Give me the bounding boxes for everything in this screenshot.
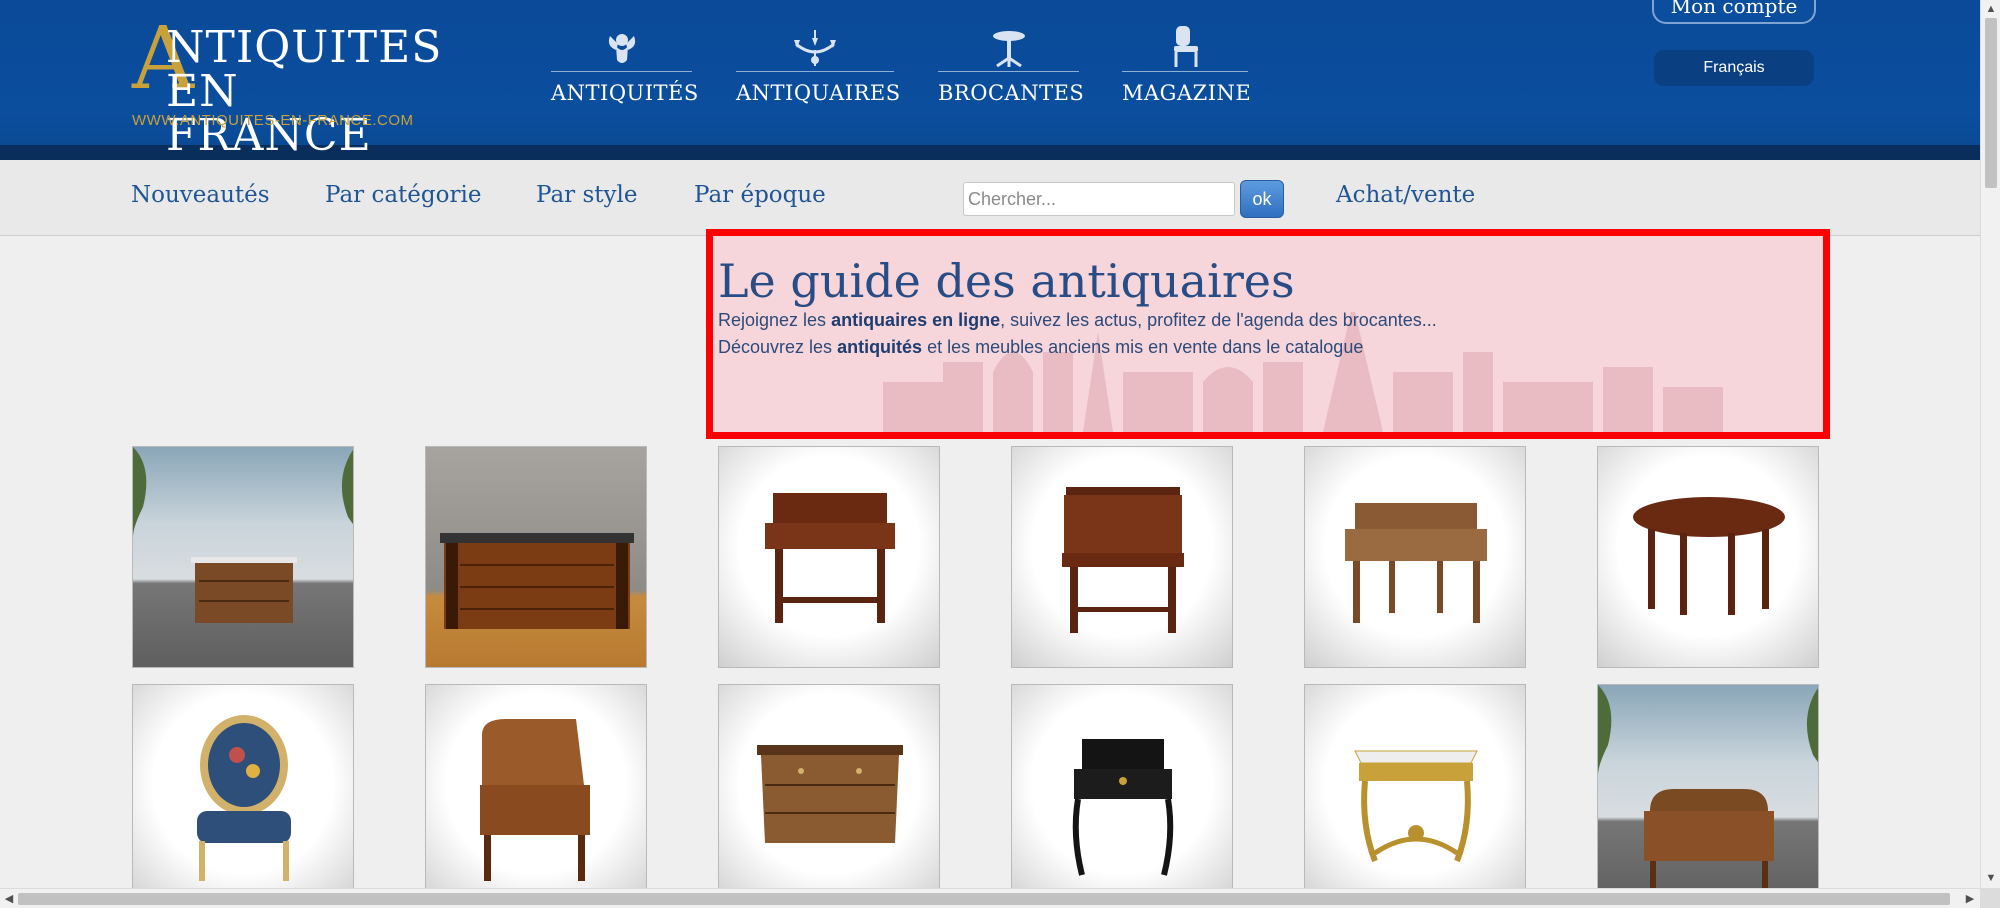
writing-desk-image bbox=[765, 493, 895, 623]
link-antiquites[interactable]: antiquités bbox=[837, 337, 922, 357]
product-tile[interactable] bbox=[425, 446, 647, 668]
vertical-scrollbar[interactable]: ▲ ▼ bbox=[1980, 0, 2000, 888]
nav-antiquites[interactable]: ANTIQUITÉS bbox=[551, 24, 699, 114]
search-input[interactable] bbox=[963, 182, 1235, 216]
scrollbar-corner bbox=[1980, 888, 2000, 908]
nav-brocantes-label: BROCANTES bbox=[938, 81, 1085, 105]
language-selector[interactable]: Français bbox=[1654, 50, 1814, 86]
scroll-up-icon[interactable]: ▲ bbox=[1983, 1, 1999, 17]
round-table-image bbox=[1633, 497, 1785, 615]
subnav-nouveautes[interactable]: Nouveautés bbox=[131, 182, 270, 208]
product-tile[interactable] bbox=[718, 684, 940, 906]
secondary-nav: Nouveautés Par catégorie Par style Par é… bbox=[0, 160, 1980, 236]
product-tile[interactable] bbox=[718, 446, 940, 668]
upholstered-armchair-image bbox=[197, 715, 291, 881]
subnav-par-categorie[interactable]: Par catégorie bbox=[325, 182, 481, 208]
empire-commode-image bbox=[440, 533, 634, 629]
marquetry-commode-image bbox=[757, 745, 903, 843]
nav-brocantes[interactable]: BROCANTES bbox=[938, 24, 1085, 114]
logo-line-1: NTIQUITES bbox=[166, 22, 443, 73]
cherub-icon bbox=[608, 34, 635, 63]
nav-antiquaires-label: ANTIQUAIRES bbox=[736, 81, 901, 105]
gilt-console-image bbox=[1354, 750, 1478, 863]
chair-icon bbox=[1174, 26, 1198, 67]
product-tile[interactable] bbox=[1597, 446, 1819, 668]
product-tile[interactable] bbox=[1304, 446, 1526, 668]
site-logo[interactable]: A NTIQUITES EN FRANCE WWW.ANTIQUITES-EN-… bbox=[130, 16, 450, 158]
chandelier-icon bbox=[794, 30, 836, 66]
product-tile[interactable] bbox=[1304, 684, 1526, 906]
subnav-achat-vente[interactable]: Achat/vente bbox=[1336, 182, 1475, 208]
cylinder-bureau-image bbox=[1598, 685, 1818, 901]
guide-text-line-2: Découvrez les antiquités et les meubles … bbox=[718, 337, 1364, 357]
scroll-right-icon[interactable]: ▶ bbox=[1962, 891, 1978, 907]
guide-text-line-1: Rejoignez les antiquaires en ligne, suiv… bbox=[718, 310, 1437, 330]
scroll-left-icon[interactable]: ◀ bbox=[1, 891, 17, 907]
product-tile[interactable] bbox=[1011, 684, 1233, 906]
nav-antiquaires[interactable]: ANTIQUAIRES bbox=[736, 24, 901, 114]
bureau-plat-image bbox=[1345, 503, 1487, 623]
scroll-down-icon[interactable]: ▼ bbox=[1983, 870, 1999, 886]
search-ok-button[interactable]: ok bbox=[1240, 180, 1284, 218]
vertical-scroll-thumb[interactable] bbox=[1985, 18, 1997, 188]
nav-magazine[interactable]: MAGAZINE bbox=[1122, 24, 1252, 114]
pedestal-table-icon bbox=[992, 31, 1025, 68]
account-button[interactable]: Mon compte bbox=[1652, 0, 1816, 24]
logo-url: WWW.ANTIQUITES-EN-FRANCE.COM bbox=[132, 112, 414, 129]
link-antiquaires-en-ligne[interactable]: antiquaires en ligne bbox=[831, 310, 1000, 330]
product-tile[interactable] bbox=[1011, 446, 1233, 668]
guide-title: Le guide des antiquaires bbox=[718, 254, 1295, 308]
horizontal-scrollbar[interactable]: ◀ ▶ bbox=[0, 888, 1980, 908]
product-tile[interactable] bbox=[425, 684, 647, 906]
subnav-par-style[interactable]: Par style bbox=[536, 182, 637, 208]
product-tile[interactable] bbox=[132, 684, 354, 906]
black-lacquer-desk-image bbox=[1072, 739, 1174, 876]
product-tile[interactable] bbox=[132, 446, 354, 668]
commode-marble-top-image bbox=[133, 447, 353, 623]
horizontal-scroll-thumb[interactable] bbox=[18, 893, 1950, 905]
cylinder-desk-image bbox=[480, 719, 590, 881]
nav-magazine-label: MAGAZINE bbox=[1122, 81, 1252, 105]
product-tile[interactable] bbox=[1597, 684, 1819, 906]
gallery-desk-image bbox=[1062, 487, 1184, 633]
subnav-par-epoque[interactable]: Par époque bbox=[694, 182, 826, 208]
site-header: A NTIQUITES EN FRANCE WWW.ANTIQUITES-EN-… bbox=[0, 0, 1980, 160]
nav-antiquites-label: ANTIQUITÉS bbox=[551, 81, 699, 105]
